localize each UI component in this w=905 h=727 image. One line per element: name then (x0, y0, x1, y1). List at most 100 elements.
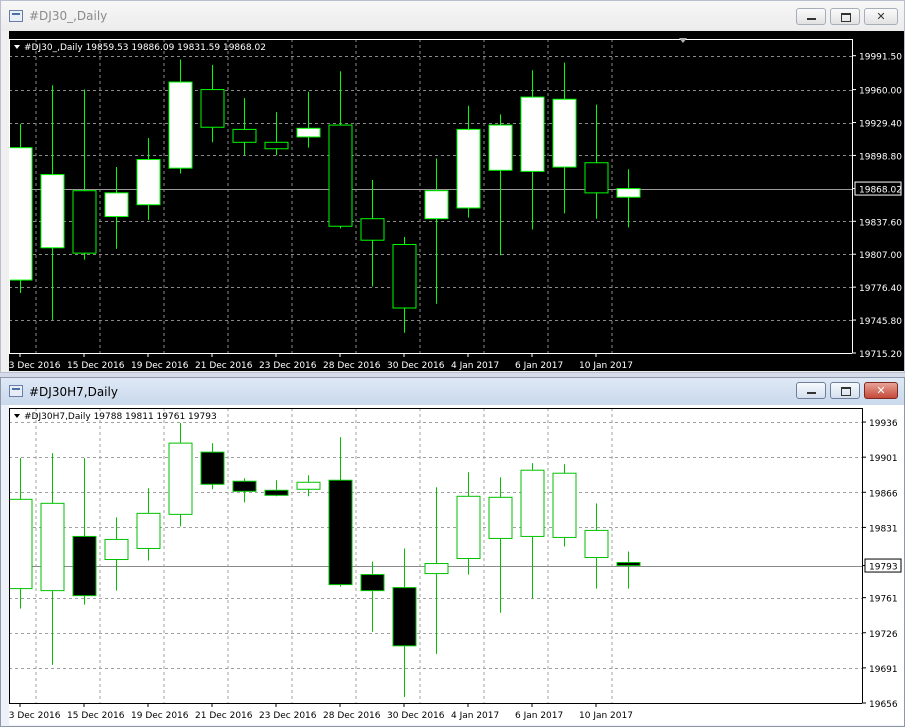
x-tick-label: 13 Dec 2016 (9, 711, 61, 721)
minimize-button[interactable] (796, 382, 826, 399)
chart-window-icon (9, 385, 23, 397)
candle-body (552, 98, 577, 168)
y-tick-label: 19929.40 (859, 120, 902, 130)
chart-header: #DJ30_,Daily 19859.53 19886.09 19831.59 … (24, 43, 266, 53)
chart-window-dj30[interactable]: #DJ30_,Daily ✕ 19991.50 19960.00 19929.40 1… (0, 0, 905, 373)
x-tick-label: 4 Jan 2017 (451, 361, 499, 371)
x-tick-label: 23 Dec 2016 (259, 361, 317, 371)
candle-body (360, 574, 385, 592)
candle-body (232, 480, 257, 492)
x-tick-label: 6 Jan 2017 (515, 711, 563, 721)
candle-body (264, 489, 289, 496)
x-tick-label: 10 Jan 2017 (579, 711, 633, 721)
x-tick-label: 21 Dec 2016 (195, 711, 253, 721)
x-tick-label: 19 Dec 2016 (131, 711, 189, 721)
candle-body (200, 451, 225, 485)
candle-body (616, 188, 641, 198)
x-tick-label: 10 Jan 2017 (579, 361, 633, 371)
y-tick-label: 19936 (869, 419, 898, 429)
candle-body (584, 529, 609, 559)
candle-body (328, 479, 353, 586)
candle-body (9, 147, 33, 281)
y-tick-label: 19691 (869, 665, 898, 675)
candle-body (136, 159, 161, 206)
candle-body (232, 128, 257, 143)
x-tick-label: 4 Jan 2017 (451, 711, 499, 721)
candle-body (328, 124, 353, 227)
candle-body (296, 481, 321, 490)
candle-body (200, 89, 225, 128)
x-tick-label: 28 Dec 2016 (323, 361, 381, 371)
minimize-icon (807, 392, 816, 394)
candle-body (72, 190, 97, 254)
price-chart[interactable]: 19936 19901 19866 19831 19793 19761 19726 19691… (9, 405, 904, 725)
x-tick-label: 6 Jan 2017 (515, 361, 563, 371)
candle-body (104, 538, 129, 561)
maximize-icon (841, 387, 851, 396)
maximize-button[interactable] (830, 8, 860, 25)
y-tick-label: 19807.00 (859, 251, 902, 261)
candle-body (136, 512, 161, 549)
close-button[interactable]: ✕ (864, 382, 898, 399)
title-bar[interactable]: #DJ30_,Daily ✕ (1, 1, 904, 31)
candle-body (520, 96, 545, 172)
maximize-icon (841, 13, 851, 22)
y-tick-label: 19991.50 (859, 53, 902, 63)
chart-window-icon (9, 10, 23, 22)
current-price-label: 19793 (869, 563, 898, 573)
y-tick-label: 19960.00 (859, 87, 902, 97)
candle-body (424, 190, 449, 220)
title-bar[interactable]: #DJ30H7,Daily ✕ (1, 378, 904, 405)
chart-header: #DJ30H7,Daily 19788 19811 19761 19793 (24, 412, 217, 422)
y-tick-label: 19831 (869, 524, 898, 534)
candle-body (616, 562, 641, 567)
candle-body (168, 81, 193, 169)
candle-body (456, 495, 481, 560)
price-chart[interactable]: 19991.50 19960.00 19929.40 19898.80 19868.02… (9, 31, 904, 371)
y-tick-label: 19898.80 (859, 152, 902, 162)
y-tick-label: 19776.40 (859, 284, 902, 294)
candle-body (520, 469, 545, 537)
y-tick-label: 19901 (869, 454, 898, 464)
candle-body (264, 141, 289, 150)
chart-window-dj30h7[interactable]: #DJ30H7,Daily ✕ 19936 19901 19866 19831 1979… (0, 377, 905, 727)
candle-body (488, 124, 513, 171)
y-tick-label: 19866 (869, 489, 898, 499)
y-tick-label: 19837.60 (859, 218, 902, 228)
maximize-button[interactable] (830, 382, 860, 399)
x-tick-label: 15 Dec 2016 (67, 711, 125, 721)
candle-body (360, 218, 385, 241)
y-tick-label: 19745.80 (859, 317, 902, 327)
y-tick-label: 19715.20 (859, 350, 902, 360)
y-tick-label: 19656 (869, 700, 898, 710)
candle-body (168, 442, 193, 515)
minimize-button[interactable] (796, 8, 826, 25)
close-icon: ✕ (876, 10, 886, 23)
candle (552, 464, 577, 547)
window-title: #DJ30_,Daily (29, 9, 108, 23)
candle-body (456, 128, 481, 209)
window-title: #DJ30H7,Daily (29, 385, 118, 399)
chart-background (9, 405, 904, 725)
y-tick-label: 19726 (869, 630, 898, 640)
close-icon: ✕ (876, 384, 886, 397)
candle-body (104, 192, 129, 218)
close-button[interactable]: ✕ (864, 8, 898, 25)
x-tick-label: 21 Dec 2016 (195, 361, 253, 371)
x-tick-label: 30 Dec 2016 (387, 361, 445, 371)
candle (9, 124, 33, 293)
candle-body (488, 496, 513, 539)
minimize-icon (807, 18, 816, 20)
x-tick-label: 13 Dec 2016 (9, 361, 61, 371)
candle-body (40, 502, 65, 592)
candle-body (72, 535, 97, 597)
candle-body (552, 472, 577, 538)
candle-body (392, 587, 417, 647)
x-tick-label: 19 Dec 2016 (131, 361, 189, 371)
x-tick-label: 28 Dec 2016 (323, 711, 381, 721)
candle-body (40, 174, 65, 249)
x-tick-label: 30 Dec 2016 (387, 711, 445, 721)
x-tick-label: 23 Dec 2016 (259, 711, 317, 721)
x-tick-label: 15 Dec 2016 (67, 361, 125, 371)
y-tick-label: 19761 (869, 595, 898, 605)
